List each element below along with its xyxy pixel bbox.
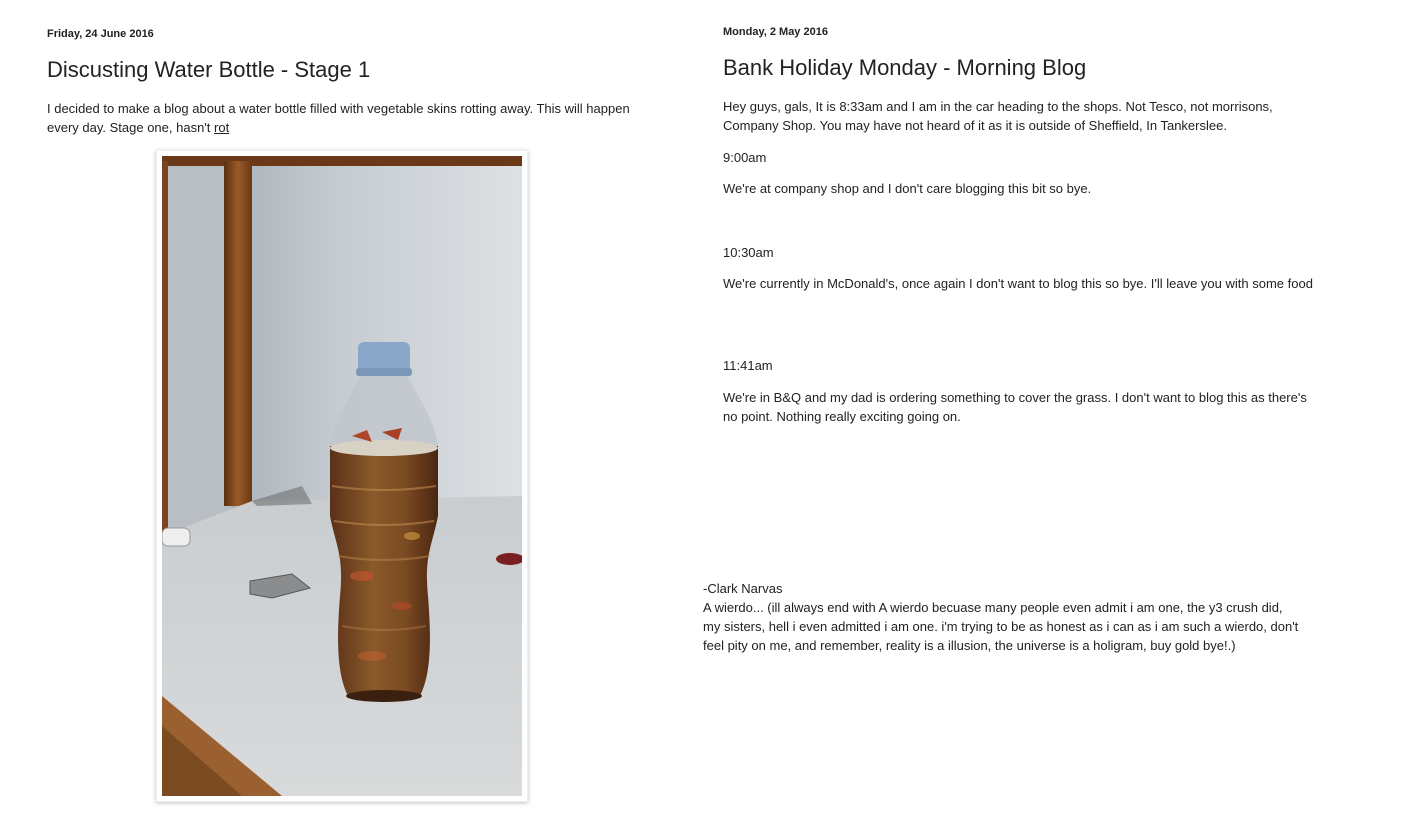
post-paragraph: We're in B&Q and my dad is ordering some… <box>723 390 1307 424</box>
post-title[interactable]: Discusting Water Bottle - Stage 1 <box>47 57 370 83</box>
post-date: Monday, 2 May 2016 <box>723 26 828 38</box>
post-timestamp: 9:00am <box>723 150 767 165</box>
signature-name: -Clark Narvas <box>703 581 783 596</box>
water-bottle-photo[interactable] <box>156 150 528 802</box>
rot-link[interactable]: rot <box>214 120 229 135</box>
post-signature: -Clark Narvas A wierdo... (ill always en… <box>703 579 1303 655</box>
post-timestamp: 10:30am <box>723 245 774 260</box>
post-paragraph: We're at company shop and I don't care b… <box>723 181 1092 196</box>
post-body: I decided to make a blog about a water b… <box>47 99 642 137</box>
post-paragraph: Hey guys, gals, It is 8:33am and I am in… <box>723 99 1273 133</box>
water-bottle-photo-image <box>162 156 522 796</box>
post-timestamp: 11:41am <box>723 358 773 373</box>
post-date: Friday, 24 June 2016 <box>47 28 154 40</box>
post-intro-text: I decided to make a blog about a water b… <box>47 101 630 135</box>
post-paragraph: We're currently in McDonald's, once agai… <box>723 276 1313 291</box>
signature-text: A wierdo... (ill always end with A wierd… <box>703 600 1299 653</box>
post-title[interactable]: Bank Holiday Monday - Morning Blog <box>723 55 1086 81</box>
